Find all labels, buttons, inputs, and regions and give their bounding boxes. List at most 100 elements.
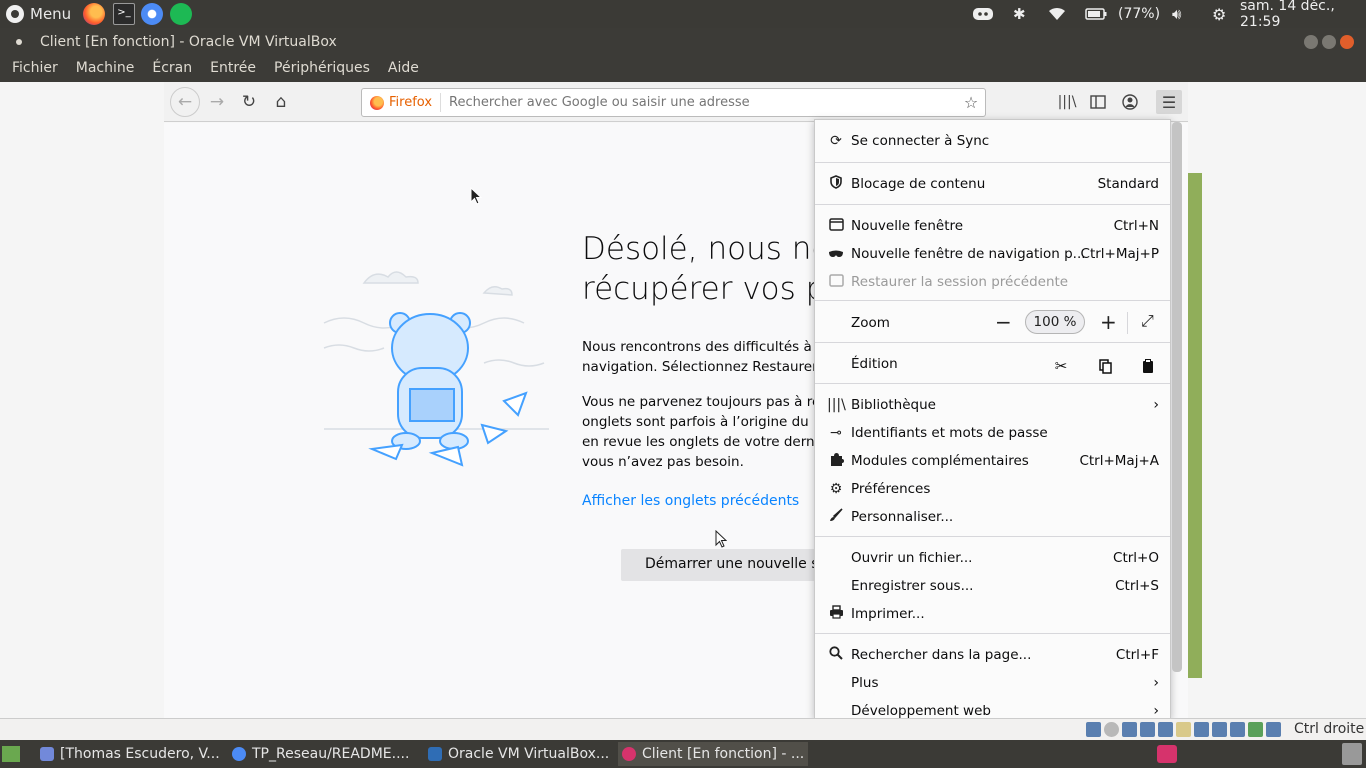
show-desktop-icon[interactable] (2, 746, 20, 762)
menu-addons-label: Modules complémentaires (851, 453, 1029, 469)
menu-preferences[interactable]: ⚙ Préférences (815, 475, 1170, 503)
menu-find[interactable]: Rechercher dans la page... Ctrl+F (815, 641, 1170, 669)
library-icon: |||\ (827, 397, 846, 413)
account-icon[interactable] (1119, 92, 1141, 112)
menu-new-window-shortcut: Ctrl+N (1113, 218, 1159, 234)
menu-open-file[interactable]: Ouvrir un fichier... Ctrl+O (815, 544, 1170, 572)
battery-icon[interactable] (1085, 0, 1107, 28)
fullscreen-icon[interactable]: ⤢ (1141, 311, 1154, 331)
zoom-in-icon[interactable]: + (1100, 310, 1117, 334)
library-chevron-icon: › (1153, 397, 1159, 413)
menu-more[interactable]: Plus › (815, 669, 1170, 697)
home-icon[interactable]: ⌂ (267, 90, 295, 114)
menu-open-file-shortcut: Ctrl+O (1113, 550, 1159, 566)
clock[interactable]: sam. 14 déc., 21:59 (1240, 0, 1366, 30)
content-blocking-value: Standard (1097, 176, 1159, 192)
paintbrush-icon (827, 508, 845, 526)
wifi-icon[interactable] (1046, 0, 1068, 28)
taskbar-item-label: Oracle VM VirtualBox... (448, 746, 610, 762)
taskbar-item-discord[interactable]: [Thomas Escudero, V... (36, 742, 222, 766)
library-icon[interactable]: |||\ (1056, 92, 1078, 112)
menu-zoom: Zoom (815, 309, 1170, 337)
back-arrow-icon[interactable]: ← (170, 87, 200, 117)
vbox-menu-fichier[interactable]: Fichier (12, 56, 58, 82)
menu-content-blocking-label: Blocage de contenu (851, 176, 986, 192)
hamburger-menu-icon[interactable]: ☰ (1156, 90, 1182, 114)
menu-library[interactable]: |||\ Bibliothèque › (815, 391, 1170, 419)
identity-box[interactable]: Firefox (362, 93, 442, 112)
url-bar[interactable]: Firefox ☆ (361, 88, 986, 117)
ubuntu-logo-icon (6, 5, 24, 23)
display-icon[interactable] (1194, 722, 1209, 737)
hard-disk-icon[interactable] (1086, 722, 1101, 737)
menu-save-as-shortcut: Ctrl+S (1115, 578, 1159, 594)
audio-icon[interactable] (1122, 722, 1137, 737)
cpu-icon[interactable] (1230, 722, 1245, 737)
menu-new-window[interactable]: Nouvelle fenêtre Ctrl+N (815, 212, 1170, 240)
bluetooth-icon[interactable]: ✱ (1013, 0, 1026, 28)
help-line4: vous n’avez pas besoin. (582, 454, 744, 470)
menu-save-as[interactable]: Enregistrer sous... Ctrl+S (815, 572, 1170, 600)
menu-private-window[interactable]: Nouvelle fenêtre de navigation p... Ctrl… (815, 240, 1170, 268)
menu-separator (815, 383, 1170, 384)
menu-restore-session-label: Restaurer la session précédente (851, 274, 1069, 290)
sync-icon: ⟳ (830, 133, 842, 149)
system-menu-button[interactable]: Menu (6, 3, 71, 25)
vbox-menubar: Fichier Machine Écran Entrée Périphériqu… (0, 56, 1366, 82)
network-icon[interactable] (1140, 722, 1155, 737)
sidebar-icon[interactable] (1087, 92, 1109, 112)
workspace-indicator-icon[interactable] (1157, 745, 1177, 763)
bookmark-star-icon[interactable]: ☆ (957, 93, 985, 112)
menu-logins[interactable]: ⊸ Identifiants et mots de passe (815, 419, 1170, 447)
taskbar-item-label: TP_Reseau/README.... (252, 746, 410, 762)
virtualization-icon[interactable] (1248, 722, 1263, 737)
video-capture-icon[interactable] (1212, 722, 1227, 737)
new-session-button[interactable]: Démarrer une nouvelle se (621, 549, 821, 581)
menu-open-file-label: Ouvrir un fichier... (851, 550, 973, 566)
app-menu-scrollbar[interactable] (1172, 122, 1182, 672)
trash-icon[interactable] (1342, 743, 1362, 765)
volume-icon[interactable]: 🔊︎ (1172, 0, 1181, 28)
mouse-integration-icon[interactable] (1266, 722, 1281, 737)
menu-print[interactable]: Imprimer... (815, 600, 1170, 628)
menu-content-blocking[interactable]: Blocage de contenu Standard (815, 170, 1170, 198)
usb-icon[interactable] (1158, 722, 1173, 737)
guest-right-margin (1188, 82, 1366, 718)
vbox-menu-ecran[interactable]: Écran (152, 56, 192, 82)
forward-arrow-icon[interactable]: → (203, 90, 231, 114)
terminal-launcher-icon[interactable]: >_ (113, 3, 135, 25)
vbox-menu-entree[interactable]: Entrée (210, 56, 256, 82)
host-key-label: Ctrl droite (1294, 721, 1365, 737)
discord-tray-icon[interactable] (972, 0, 994, 28)
cut-icon[interactable]: ✂ (1050, 355, 1072, 377)
spotify-launcher-icon[interactable] (170, 3, 192, 25)
chromium-launcher-icon[interactable] (141, 3, 163, 25)
zoom-out-icon[interactable]: − (995, 310, 1012, 334)
paste-icon[interactable] (1137, 355, 1159, 377)
maximize-icon[interactable] (1322, 35, 1336, 49)
taskbar-item-browser[interactable]: TP_Reseau/README.... (228, 742, 416, 766)
minimize-icon[interactable] (1304, 35, 1318, 49)
vbox-menu-aide[interactable]: Aide (388, 56, 419, 82)
intro-line2: navigation. Sélectionnez Restaurer (582, 359, 818, 375)
menu-addons[interactable]: Modules complémentaires Ctrl+Maj+A (815, 447, 1170, 475)
menu-zoom-label: Zoom (851, 315, 890, 331)
vbox-window-title: Client [En fonction] - Oracle VM Virtual… (40, 34, 337, 50)
reload-icon[interactable]: ↻ (235, 90, 263, 114)
settings-gear-icon[interactable]: ⚙ (1212, 0, 1226, 28)
firefox-launcher-icon[interactable] (83, 3, 105, 25)
menu-customize[interactable]: Personnaliser... (815, 503, 1170, 531)
vbox-menu-machine[interactable]: Machine (76, 56, 135, 82)
show-previous-tabs-link[interactable]: Afficher les onglets précédents (582, 493, 799, 509)
url-input[interactable] (449, 95, 957, 110)
menu-sync[interactable]: ⟳ Se connecter à Sync (815, 127, 1170, 155)
vbox-menu-peripheriques[interactable]: Périphériques (274, 56, 370, 82)
optical-drive-icon[interactable] (1104, 722, 1119, 737)
menu-web-dev[interactable]: Développement web › (815, 697, 1170, 718)
shared-folders-icon[interactable] (1176, 722, 1191, 737)
close-icon[interactable] (1340, 35, 1354, 49)
copy-icon[interactable] (1094, 355, 1116, 377)
taskbar-item-client-vm[interactable]: Client [En fonction] - ... (618, 742, 808, 766)
taskbar-item-virtualbox[interactable]: Oracle VM VirtualBox... (424, 742, 614, 766)
zoom-reset-button[interactable]: 100 % (1025, 310, 1085, 334)
